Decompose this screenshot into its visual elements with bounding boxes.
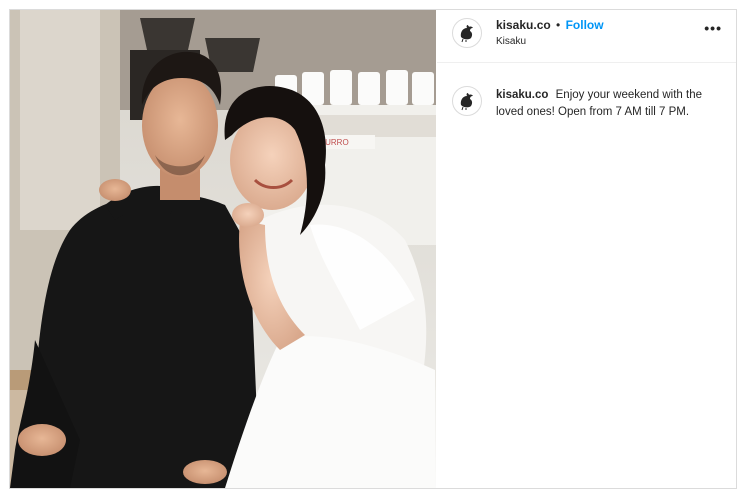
rooster-logo-icon	[460, 93, 473, 111]
more-options-icon[interactable]: •••	[704, 20, 722, 36]
avatar[interactable]	[452, 86, 482, 116]
separator-dot: •	[556, 18, 561, 32]
caption-text: kisaku.co Enjoy your weekend with the lo…	[496, 87, 716, 121]
rooster-logo-icon	[460, 25, 473, 43]
header-line: kisaku.co • Follow	[496, 18, 604, 32]
post-sidebar: kisaku.co • Follow Kisaku ••• kisaku.co …	[437, 10, 736, 488]
follow-button[interactable]: Follow	[566, 18, 604, 32]
location-link[interactable]: Kisaku	[496, 36, 526, 47]
post-photo[interactable]: AZZURRO	[10, 10, 436, 488]
username-link[interactable]: kisaku.co	[496, 18, 551, 32]
post-photo-illustration: AZZURRO	[10, 10, 436, 488]
post-header: kisaku.co • Follow Kisaku •••	[437, 10, 736, 63]
instagram-post: AZZURRO kisaku.co • Follow Kisaku ••• ki…	[9, 9, 737, 489]
caption-username-link[interactable]: kisaku.co	[496, 89, 548, 101]
avatar[interactable]	[452, 18, 482, 48]
